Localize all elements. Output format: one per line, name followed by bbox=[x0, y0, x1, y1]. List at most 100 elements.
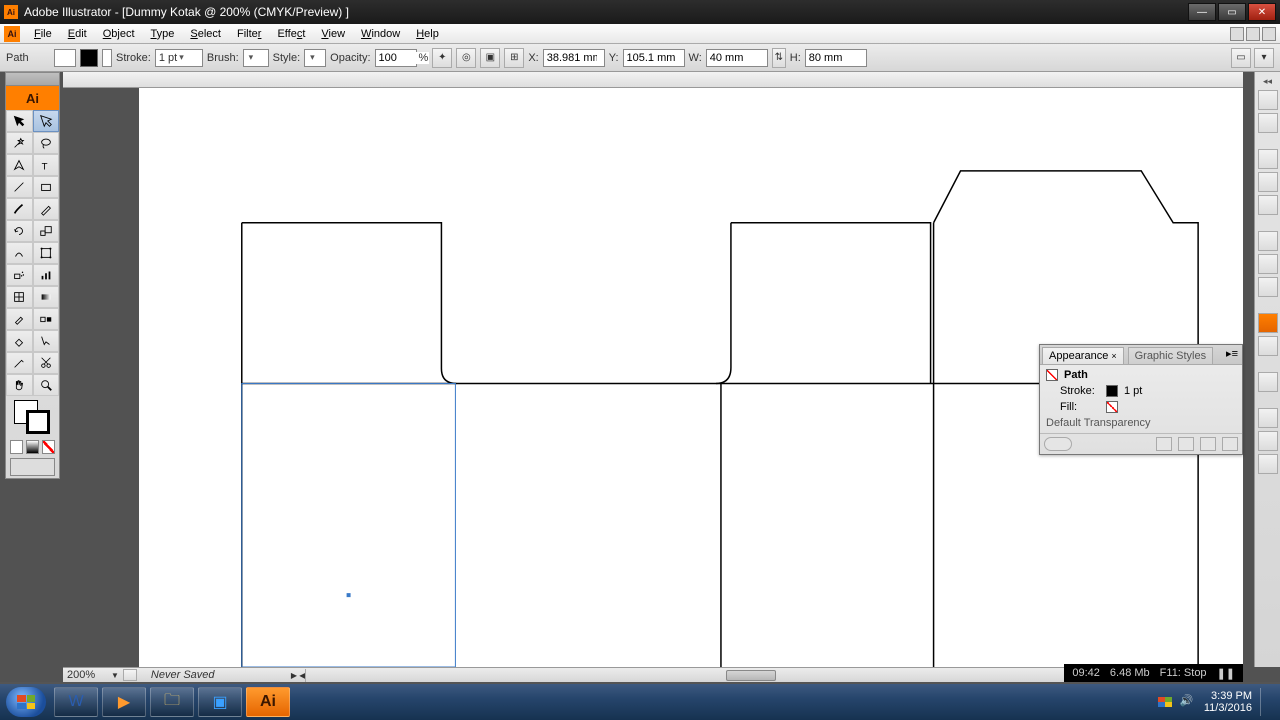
magic-wand-tool[interactable] bbox=[6, 132, 33, 154]
minimize-button[interactable]: — bbox=[1188, 3, 1216, 21]
panel-menu-icon[interactable]: ▾ bbox=[1254, 48, 1274, 68]
panel-stroke-swatch[interactable] bbox=[1106, 385, 1118, 397]
tab-graphic-styles[interactable]: Graphic Styles bbox=[1128, 347, 1214, 364]
tray-action-center-icon[interactable] bbox=[1158, 697, 1172, 707]
free-transform-tool[interactable] bbox=[33, 242, 60, 264]
show-desktop-button[interactable] bbox=[1260, 688, 1268, 716]
warp-tool[interactable] bbox=[6, 242, 33, 264]
dock-collapse-icon[interactable]: ◂◂ bbox=[1255, 76, 1280, 87]
layers-panel-icon[interactable] bbox=[1258, 372, 1278, 392]
h-field[interactable] bbox=[805, 49, 867, 67]
link-wh-icon[interactable]: ⇅ bbox=[772, 48, 786, 68]
line-tool[interactable] bbox=[6, 176, 33, 198]
pencil-tool[interactable] bbox=[33, 198, 60, 220]
taskbar-explorer[interactable]: 🗀 bbox=[150, 687, 194, 717]
color-picker[interactable] bbox=[6, 396, 59, 438]
mesh-tool[interactable] bbox=[6, 286, 33, 308]
duplicate-icon[interactable] bbox=[1200, 437, 1216, 451]
maximize-button[interactable]: ▭ bbox=[1218, 3, 1246, 21]
brush-field[interactable] bbox=[243, 49, 269, 67]
reduce-icon[interactable] bbox=[1178, 437, 1194, 451]
ruler-horizontal[interactable] bbox=[63, 72, 1243, 88]
doc-close-icon[interactable] bbox=[1262, 27, 1276, 41]
close-icon[interactable]: × bbox=[1111, 351, 1116, 361]
close-button[interactable]: ✕ bbox=[1248, 3, 1276, 21]
gradient-mode-icon[interactable] bbox=[26, 440, 39, 454]
menu-object[interactable]: Object bbox=[95, 26, 143, 42]
rotate-tool[interactable] bbox=[6, 220, 33, 242]
screen-mode-icon[interactable]: ▭ bbox=[1231, 48, 1251, 68]
menu-window[interactable]: Window bbox=[353, 26, 408, 42]
stroke-swatch[interactable] bbox=[80, 49, 98, 67]
live-paint-selection-tool[interactable] bbox=[33, 330, 60, 352]
x-field[interactable] bbox=[543, 49, 605, 67]
gradient-panel-icon[interactable] bbox=[1258, 254, 1278, 274]
live-paint-tool[interactable] bbox=[6, 330, 33, 352]
swatches-panel-icon[interactable] bbox=[1258, 149, 1278, 169]
doc-restore-icon[interactable] bbox=[1246, 27, 1260, 41]
screen-mode-toggle[interactable] bbox=[10, 458, 55, 476]
transparency-panel-icon[interactable] bbox=[1258, 277, 1278, 297]
taskbar-word[interactable]: W bbox=[54, 687, 98, 717]
scrollbar-thumb[interactable] bbox=[726, 670, 776, 681]
doc-minimize-icon[interactable] bbox=[1230, 27, 1244, 41]
lasso-tool[interactable] bbox=[33, 132, 60, 154]
start-button[interactable] bbox=[6, 687, 46, 717]
graphic-styles-panel-icon[interactable] bbox=[1258, 336, 1278, 356]
color-guide-icon[interactable] bbox=[1258, 113, 1278, 133]
scale-tool[interactable] bbox=[33, 220, 60, 242]
menu-edit[interactable]: Edit bbox=[60, 26, 95, 42]
globe-icon[interactable]: ◎ bbox=[456, 48, 476, 68]
pathfinder-panel-icon[interactable] bbox=[1258, 454, 1278, 474]
slice-tool[interactable] bbox=[6, 352, 33, 374]
color-panel-icon[interactable] bbox=[1258, 90, 1278, 110]
paintbrush-tool[interactable] bbox=[6, 198, 33, 220]
stroke-dropdown[interactable] bbox=[102, 49, 112, 67]
appearance-panel[interactable]: Appearance× Graphic Styles ▸≡ Path Strok… bbox=[1039, 344, 1243, 455]
menu-view[interactable]: View bbox=[313, 26, 353, 42]
none-mode-icon[interactable] bbox=[42, 440, 55, 454]
type-tool[interactable]: T bbox=[33, 154, 60, 176]
symbol-sprayer-tool[interactable] bbox=[6, 264, 33, 286]
stroke-panel-icon[interactable] bbox=[1258, 231, 1278, 251]
panel-menu-icon[interactable]: ▸≡ bbox=[1222, 345, 1242, 364]
brushes-panel-icon[interactable] bbox=[1258, 172, 1278, 192]
wand-icon[interactable]: ✦ bbox=[432, 48, 452, 68]
align-icon[interactable]: ▣ bbox=[480, 48, 500, 68]
opacity-field[interactable] bbox=[375, 49, 417, 67]
rec-pause-icon[interactable]: ❚❚ bbox=[1217, 667, 1235, 680]
taskbar-clock[interactable]: 3:39 PM 11/3/2016 bbox=[1204, 690, 1252, 714]
taskbar-media-player[interactable]: ▶ bbox=[102, 687, 146, 717]
fill-dropdown[interactable] bbox=[54, 49, 76, 67]
transform-panel-icon[interactable] bbox=[1258, 408, 1278, 428]
menu-effect[interactable]: Effect bbox=[269, 26, 313, 42]
stroke-color[interactable] bbox=[26, 410, 50, 434]
tray-volume-icon[interactable]: 🔊 bbox=[1180, 694, 1196, 710]
w-field[interactable] bbox=[706, 49, 768, 67]
menu-filter[interactable]: Filter bbox=[229, 26, 269, 42]
taskbar-app[interactable]: ▣ bbox=[198, 687, 242, 717]
menu-select[interactable]: Select bbox=[182, 26, 229, 42]
tab-appearance[interactable]: Appearance× bbox=[1042, 347, 1124, 364]
nav-icon[interactable] bbox=[123, 669, 137, 681]
new-art-toggle[interactable] bbox=[1044, 437, 1072, 451]
clear-appearance-icon[interactable] bbox=[1156, 437, 1172, 451]
blend-tool[interactable] bbox=[33, 308, 60, 330]
delete-icon[interactable] bbox=[1222, 437, 1238, 451]
stroke-weight-field[interactable]: 1 pt bbox=[155, 49, 203, 67]
scissors-tool[interactable] bbox=[33, 352, 60, 374]
pen-tool[interactable] bbox=[6, 154, 33, 176]
zoom-tool[interactable] bbox=[33, 374, 60, 396]
panel-fill-swatch[interactable] bbox=[1106, 401, 1118, 413]
hand-tool[interactable] bbox=[6, 374, 33, 396]
appearance-panel-icon[interactable] bbox=[1258, 313, 1278, 333]
eyedropper-tool[interactable] bbox=[6, 308, 33, 330]
menu-help[interactable]: Help bbox=[408, 26, 447, 42]
style-field[interactable] bbox=[304, 49, 326, 67]
transform-icon[interactable]: ⊞ bbox=[504, 48, 524, 68]
zoom-level[interactable]: 200% bbox=[63, 669, 111, 681]
symbols-panel-icon[interactable] bbox=[1258, 195, 1278, 215]
rec-stop[interactable]: F11: Stop bbox=[1160, 667, 1207, 679]
selection-tool[interactable] bbox=[6, 110, 33, 132]
align-panel-icon[interactable] bbox=[1258, 431, 1278, 451]
